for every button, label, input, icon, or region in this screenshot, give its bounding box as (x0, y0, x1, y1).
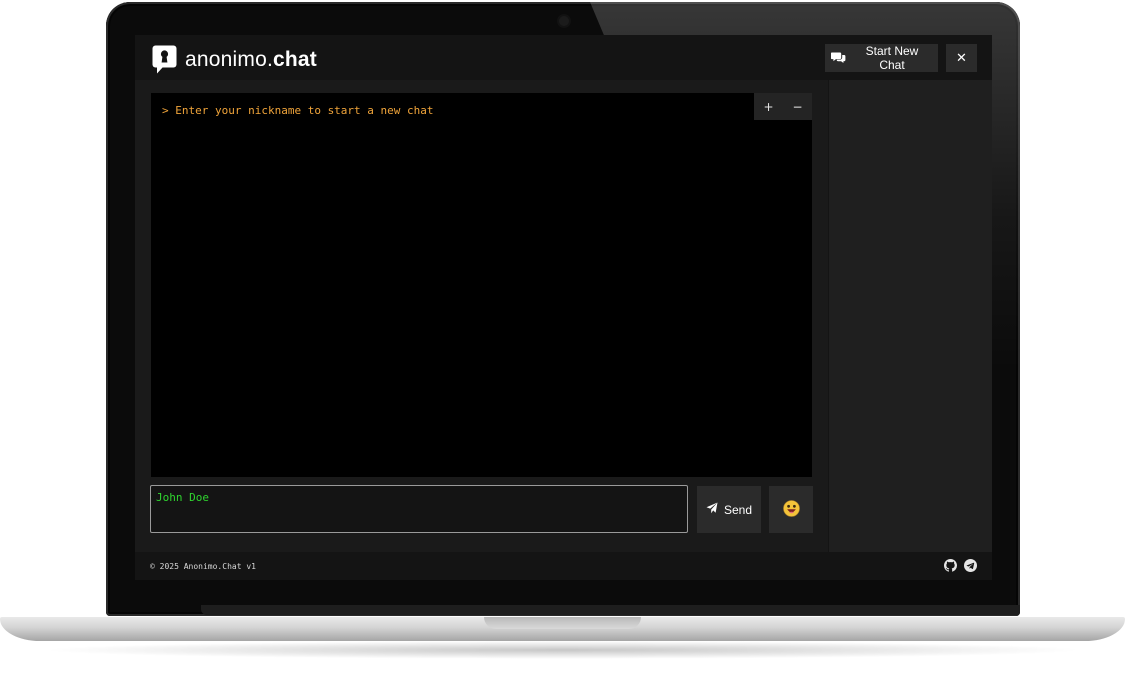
github-icon[interactable] (944, 559, 957, 572)
footer-links (944, 559, 977, 572)
send-label: Send (723, 502, 753, 517)
app-header: anonimo.chat Start New Chat ✕ (135, 35, 992, 80)
user-sidebar (828, 80, 992, 552)
start-new-chat-label: Start New Chat (865, 44, 919, 72)
paper-plane-icon (706, 502, 718, 517)
bezel-bottom-edge (201, 605, 1020, 615)
brand-prefix: anonimo. (185, 47, 273, 71)
chat-main: > Enter your nickname to start a new cha… (135, 80, 828, 552)
comments-icon (830, 51, 846, 66)
nickname-input[interactable]: John Doe (150, 485, 688, 533)
zoom-in-button[interactable]: + (754, 93, 783, 120)
close-button[interactable]: ✕ (946, 44, 977, 72)
zoom-controls: + − (754, 93, 812, 120)
laptop-base-notch (484, 617, 641, 629)
send-button[interactable]: Send (697, 486, 761, 533)
emoji-face-icon (782, 499, 800, 520)
emoji-button[interactable] (769, 486, 813, 533)
copyright-text: © 2025 Anonimo.Chat v1 (150, 562, 256, 571)
keyhole-chat-icon (152, 45, 177, 74)
app-screen: anonimo.chat Start New Chat ✕ > Enter yo… (135, 35, 992, 580)
zoom-out-button[interactable]: − (783, 93, 812, 120)
chat-terminal: > Enter your nickname to start a new cha… (151, 93, 812, 477)
start-new-chat-button[interactable]: Start New Chat (825, 44, 938, 72)
brand-logo[interactable]: anonimo.chat (152, 45, 317, 74)
prompt-line: > Enter your nickname to start a new cha… (162, 104, 434, 117)
close-icon: ✕ (956, 50, 967, 66)
telegram-icon[interactable] (964, 559, 977, 572)
laptop-shadow (40, 641, 1085, 659)
brand-suffix: chat (273, 47, 317, 71)
app-footer: © 2025 Anonimo.Chat v1 (135, 552, 992, 580)
camera-icon (559, 16, 569, 26)
brand-name: anonimo.chat (185, 48, 317, 72)
